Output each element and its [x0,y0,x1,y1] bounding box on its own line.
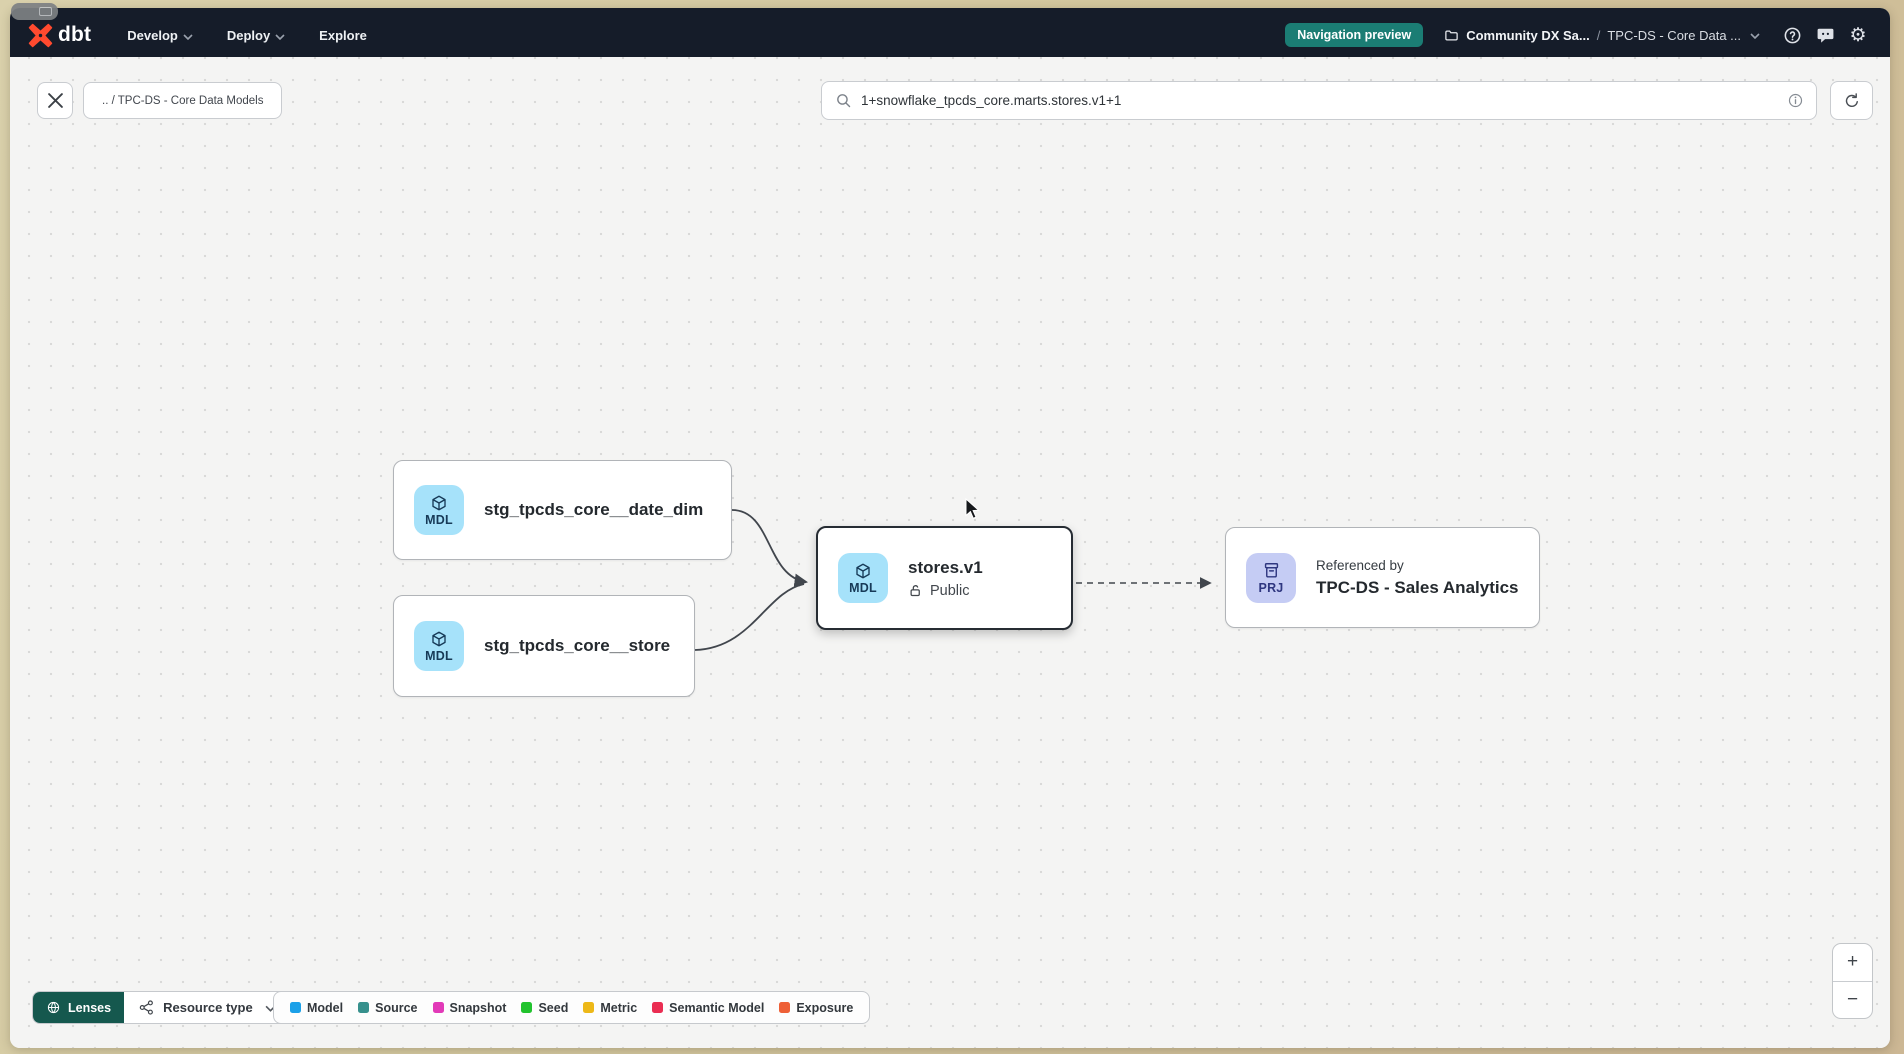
dbt-logo-text: dbt [58,23,91,47]
lineage-node-stg-tpcds-core-store[interactable]: MDL stg_tpcds_core__store [393,595,695,697]
info-icon[interactable] [1787,92,1804,109]
feedback-icon[interactable] [1815,25,1835,45]
folder-icon [1443,28,1460,43]
badge-label: MDL [849,581,877,595]
legend-label: Exposure [796,1001,853,1015]
archive-box-icon [1262,561,1281,580]
lineage-path-chip[interactable]: .. / TPC-DS - Core Data Models [83,82,282,119]
node-access-row: Public [908,583,983,599]
close-icon [48,93,63,108]
node-access-label: Public [930,583,970,599]
zoom-out-button[interactable]: − [1833,982,1872,1019]
breadcrumb-section[interactable]: TPC-DS - Core Data ... [1607,28,1741,43]
dbt-logo-icon [28,23,53,48]
chevron-down-icon [275,28,285,43]
badge-label: MDL [425,649,453,663]
node-text-block: stores.v1 Public [908,558,983,599]
dbt-app-window: dbt Develop Deploy Explore [10,8,1890,1048]
zoom-in-button[interactable]: + [1833,944,1872,981]
desktop-background: dbt Develop Deploy Explore [0,0,1904,1054]
lenses-label: Lenses [68,1001,111,1015]
resource-type-label: Resource type [163,1000,253,1015]
menu-explore-label: Explore [319,28,367,43]
navbar-right: Navigation preview Community DX Sa... / … [1285,23,1868,47]
search-icon [835,92,852,109]
refresh-lineage-button[interactable] [1830,81,1873,120]
canvas-zoom-control: + − [1832,943,1873,1019]
settings-gear-icon[interactable]: ⚙ [1848,25,1868,45]
node-kicker: Referenced by [1316,558,1519,573]
lineage-node-referenced-project[interactable]: PRJ Referenced by TPC-DS - Sales Analyti… [1225,527,1540,628]
menu-explore[interactable]: Explore [319,28,367,43]
legend-label: Model [307,1001,343,1015]
resource-graph-icon [138,999,155,1016]
breadcrumb: Community DX Sa... / TPC-DS - Core Data … [1443,26,1760,44]
project-badge: PRJ [1246,553,1296,603]
dbt-logo[interactable]: dbt [28,23,91,48]
model-badge: MDL [838,553,888,603]
chevron-down-icon[interactable] [1750,26,1760,44]
breadcrumb-project-label: Community DX Sa... [1466,28,1590,43]
badge-label: PRJ [1259,581,1284,595]
legend-item-semantic-model: Semantic Model [652,1001,764,1015]
snapshot-color-swatch [433,1002,444,1013]
lenses-icon [46,1000,61,1015]
legend-label: Semantic Model [669,1001,764,1015]
menu-develop[interactable]: Develop [127,27,193,43]
source-color-swatch [358,1002,369,1013]
cube-icon [430,630,448,648]
legend-item-source: Source [358,1001,417,1015]
legend-item-metric: Metric [583,1001,637,1015]
cube-icon [854,562,872,580]
resource-type-legend: Model Source Snapshot Seed Metric Semant… [273,991,870,1024]
menu-deploy-label: Deploy [227,28,270,43]
legend-label: Metric [600,1001,637,1015]
capture-window-icon [39,7,52,16]
selector-search-input[interactable] [861,93,1778,108]
model-badge: MDL [414,621,464,671]
help-icon[interactable] [1782,25,1802,45]
lenses-button[interactable]: Lenses [33,992,124,1023]
exposure-color-swatch [779,1002,790,1013]
legend-item-exposure: Exposure [779,1001,853,1015]
lineage-node-stores-v1-selected[interactable]: MDL stores.v1 Public [816,526,1073,630]
model-badge: MDL [414,485,464,535]
lineage-search-box [821,81,1817,120]
lineage-node-stg-tpcds-core-date-dim[interactable]: MDL stg_tpcds_core__date_dim [393,460,732,560]
node-title: stg_tpcds_core__date_dim [484,500,703,520]
screen-capture-artifact [11,3,58,20]
badge-label: MDL [425,513,453,527]
refresh-icon [1843,92,1861,110]
close-lineage-button[interactable] [37,82,73,119]
lenses-control-group: Lenses Resource type [32,991,291,1024]
model-color-swatch [290,1002,301,1013]
chevron-down-icon [183,28,193,43]
menu-develop-label: Develop [127,28,178,43]
resource-type-dropdown[interactable]: Resource type [124,992,290,1023]
cube-icon [430,494,448,512]
legend-label: Seed [538,1001,568,1015]
navbar-icon-cluster: ⚙ [1782,25,1868,45]
node-title: TPC-DS - Sales Analytics [1316,578,1519,598]
node-title: stores.v1 [908,558,983,578]
navigation-preview-badge[interactable]: Navigation preview [1285,23,1423,47]
metric-color-swatch [583,1002,594,1013]
semantic-model-color-swatch [652,1002,663,1013]
legend-item-seed: Seed [521,1001,568,1015]
breadcrumb-project[interactable]: Community DX Sa... [1443,28,1590,43]
node-text-block: Referenced by TPC-DS - Sales Analytics [1316,558,1519,598]
lock-open-icon [908,583,923,598]
node-title: stg_tpcds_core__store [484,636,670,656]
top-navbar: dbt Develop Deploy Explore [10,8,1890,57]
breadcrumb-separator: / [1597,28,1601,43]
seed-color-swatch [521,1002,532,1013]
main-menu: Develop Deploy Explore [127,27,367,43]
legend-label: Snapshot [450,1001,507,1015]
legend-item-snapshot: Snapshot [433,1001,507,1015]
legend-item-model: Model [290,1001,343,1015]
legend-label: Source [375,1001,417,1015]
menu-deploy[interactable]: Deploy [227,27,285,43]
